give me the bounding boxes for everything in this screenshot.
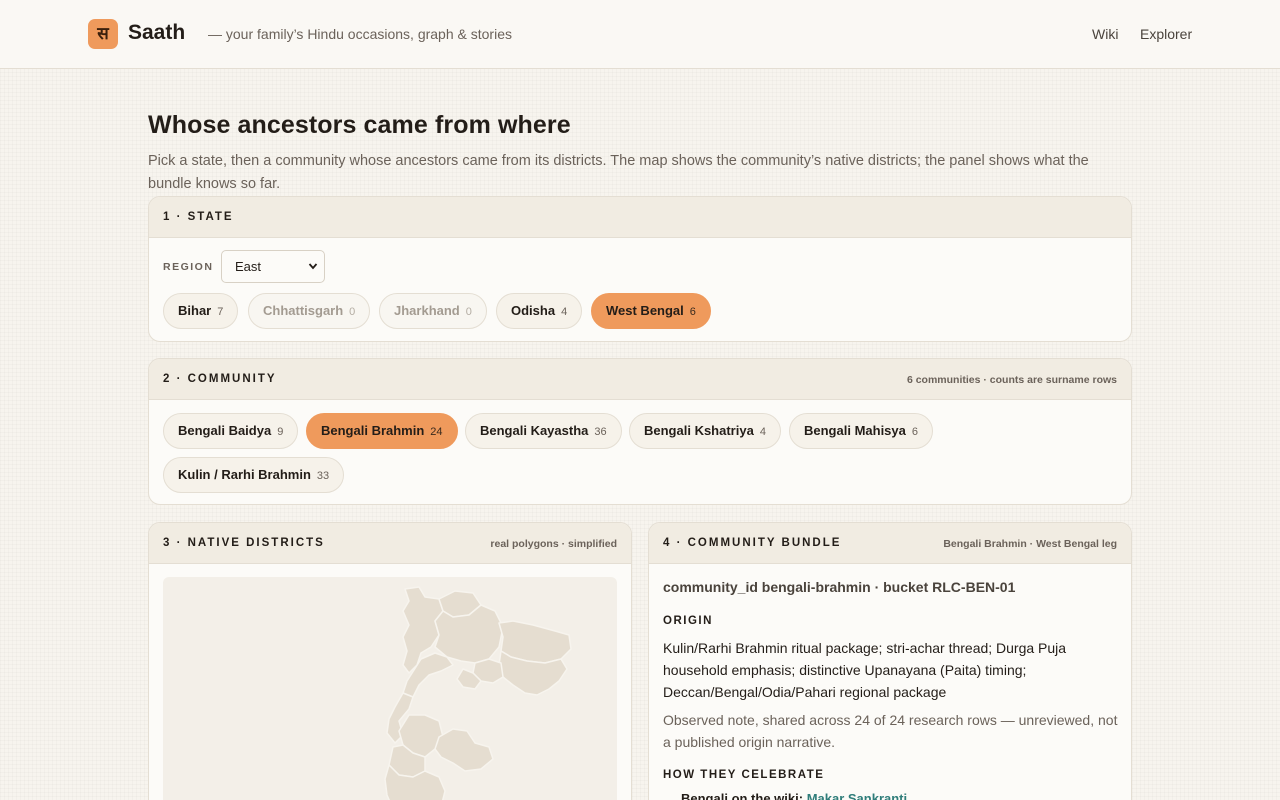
top-bar: स Saath — your family’s Hindu occasions,… [0, 0, 1280, 69]
community-pill-kulin-rarhi-brahmin[interactable]: Kulin / Rarhi Brahmin 33 [163, 457, 345, 493]
origin-heading: ORIGIN [663, 615, 713, 627]
community-card-note: 6 communities · counts are surname rows [906, 374, 1117, 386]
community-bundle-card-header: 4 · COMMUNITY BUNDLE Bengali Brahmin · W… [649, 523, 1131, 564]
community-pill-bengali-mahisya[interactable]: Bengali Mahisya 6 [789, 413, 933, 449]
state-pill-count: 6 [689, 306, 696, 318]
state-pill-count: 0 [349, 306, 356, 318]
community-pill-count: 36 [594, 426, 607, 438]
region-select[interactable]: East [221, 250, 325, 283]
brand-name[interactable]: Saath [128, 21, 185, 45]
native-districts-card-header: 3 · NATIVE DISTRICTS real polygons · sim… [149, 523, 631, 564]
state-pill-label: Chhattisgarh [263, 303, 344, 318]
community-pill-count: 33 [316, 470, 330, 482]
district-polygon [434, 728, 494, 772]
page-description: Pick a state, then a community whose anc… [148, 153, 1089, 192]
state-pill-label: Jharkhand [394, 303, 460, 318]
community-pill-count: 24 [430, 426, 443, 438]
tagline: — your family’s Hindu occasions, graph &… [208, 26, 512, 42]
community-pill-bengali-baidya[interactable]: Bengali Baidya 9 [163, 413, 299, 449]
community-pill-bengali-brahmin[interactable]: Bengali Brahmin 24 [306, 413, 458, 449]
origin-text: Kulin/Rarhi Brahmin ritual package; stri… [663, 640, 1067, 700]
community-pill-count: 4 [759, 426, 766, 438]
community-pill-label: Kulin / Rarhi Brahmin [178, 467, 311, 482]
community-bundle-card-note: Bengali Brahmin · West Bengal leg [943, 538, 1117, 550]
community-card-title: 2 · COMMUNITY [163, 373, 277, 385]
community-pill-count: 6 [911, 426, 918, 438]
community-pill-label: Bengali Kshatriya [644, 423, 754, 438]
state-card-header: 1 · STATE [149, 197, 1131, 238]
logo-icon[interactable]: स [88, 19, 118, 49]
origin-note: Observed note, shared across 24 of 24 re… [663, 712, 1118, 750]
community-pill-label: Bengali Mahisya [804, 423, 906, 438]
native-districts-card: 3 · NATIVE DISTRICTS real polygons · sim… [148, 522, 632, 800]
native-districts-card-note: real polygons · simplified [490, 538, 617, 550]
celebrate-list-item: Bengali on the wiki: Makar Sankranti [681, 791, 907, 800]
state-card: 1 · STATE REGION East Bihar 7 Chhattisgar… [148, 196, 1132, 342]
state-pill-jharkhand[interactable]: Jharkhand 0 [379, 293, 487, 329]
community-pill-label: Bengali Kayastha [480, 423, 589, 438]
community-pill-bengali-kshatriya[interactable]: Bengali Kshatriya 4 [629, 413, 781, 449]
native-districts-card-title: 3 · NATIVE DISTRICTS [163, 537, 325, 549]
nav-wiki-link[interactable]: Wiki [1092, 26, 1118, 42]
community-id-line: community_id bengali-brahmin · bucket RL… [663, 579, 1016, 595]
region-label: REGION [163, 261, 214, 273]
state-card-title: 1 · STATE [163, 211, 234, 223]
state-pill-label: West Bengal [606, 303, 684, 318]
state-pill-west-bengal[interactable]: West Bengal 6 [591, 293, 711, 329]
state-pill-odisha[interactable]: Odisha 4 [496, 293, 583, 329]
region-select-value: East [235, 259, 262, 274]
state-pill-count: 7 [217, 306, 224, 318]
state-pill-label: Bihar [178, 303, 212, 318]
celebrate-item-prefix: Bengali on the wiki: [681, 791, 807, 800]
how-they-celebrate-heading: HOW THEY CELEBRATE [663, 769, 825, 781]
makar-sankranti-link[interactable]: Makar Sankranti [807, 791, 907, 800]
state-pill-label: Odisha [511, 303, 556, 318]
page-title: Whose ancestors came from where [148, 111, 571, 139]
district-map-svg [384, 586, 572, 800]
state-pill-chhattisgarh[interactable]: Chhattisgarh 0 [248, 293, 371, 329]
nav-explorer-link[interactable]: Explorer [1140, 26, 1192, 42]
community-pill-bengali-kayastha[interactable]: Bengali Kayastha 36 [465, 413, 622, 449]
community-bundle-card: 4 · COMMUNITY BUNDLE Bengali Brahmin · W… [648, 522, 1132, 800]
state-pill-count: 4 [561, 306, 568, 318]
district-map[interactable] [163, 577, 617, 800]
state-pill-bihar[interactable]: Bihar 7 [163, 293, 239, 329]
community-bundle-card-title: 4 · COMMUNITY BUNDLE [663, 537, 842, 549]
community-pill-label: Bengali Brahmin [321, 423, 425, 438]
community-card-header: 2 · COMMUNITY 6 communities · counts are… [149, 359, 1131, 400]
community-card: 2 · COMMUNITY 6 communities · counts are… [148, 358, 1132, 505]
community-pill-label: Bengali Baidya [178, 423, 272, 438]
community-pill-count: 9 [277, 426, 284, 438]
state-pill-count: 0 [465, 306, 472, 318]
chevron-down-icon [308, 251, 318, 295]
